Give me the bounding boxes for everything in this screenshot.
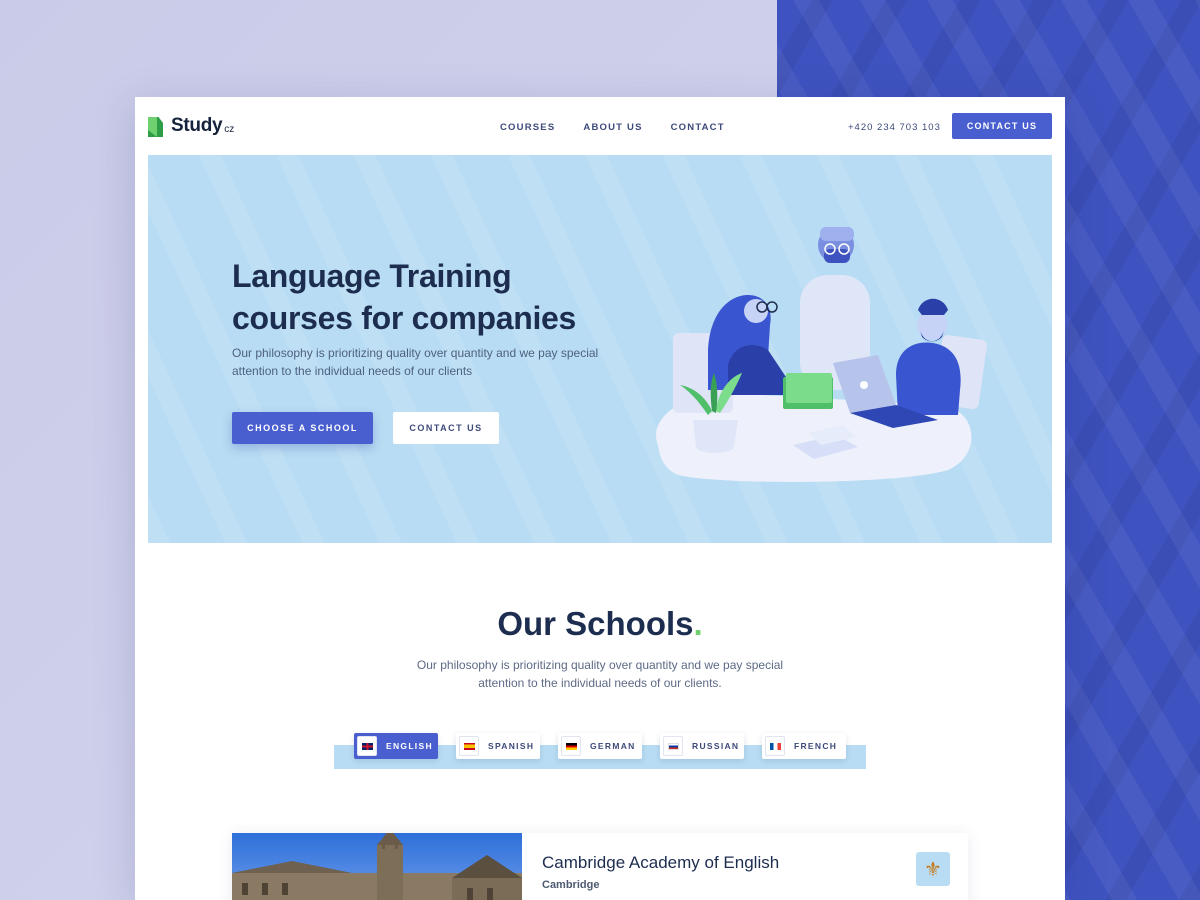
tab-label: GERMAN (590, 741, 636, 751)
main-nav: COURSES ABOUT US CONTACT (500, 122, 725, 133)
school-card[interactable]: Cambridge Academy of English Cambridge ⚜ (232, 833, 968, 900)
schools-description: Our philosophy is prioritizing quality o… (416, 658, 784, 690)
france-flag-icon (765, 736, 785, 756)
logo-text: Study (171, 115, 223, 136)
phone-number[interactable]: +420 234 703 103 (848, 122, 941, 133)
school-name: Cambridge Academy of English (542, 853, 780, 872)
logo-suffix: cz (224, 124, 235, 135)
tab-spanish[interactable]: SPANISH (456, 733, 540, 759)
schools-title: Our Schools. (135, 605, 1065, 643)
tab-french[interactable]: FRENCH (762, 733, 846, 759)
tab-english[interactable]: ENGLISH (354, 733, 438, 759)
website-page: Study cz COURSES ABOUT US CONTACT +420 2… (135, 97, 1065, 900)
nav-about-us[interactable]: ABOUT US (583, 122, 642, 133)
logo-mark-icon (148, 117, 163, 137)
russia-flag-icon (663, 736, 683, 756)
uk-flag-icon (357, 736, 377, 756)
site-header: Study cz COURSES ABOUT US CONTACT +420 2… (135, 97, 1065, 155)
fleur-de-lis-icon: ⚜ (916, 852, 950, 886)
hero-title: Language Training courses for companies (232, 255, 632, 339)
school-city: Cambridge (542, 879, 600, 891)
hero-description: Our philosophy is prioritizing quality o… (232, 346, 599, 378)
hero-contact-button[interactable]: CONTACT US (393, 412, 499, 444)
hero-title-line2: courses for companies (232, 300, 577, 336)
hero-title-line1: Language Training (232, 258, 512, 294)
language-tabs: ENGLISH SPANISH GERMAN RUSSIAN FRENCH (354, 733, 846, 759)
schools-title-text: Our Schools (497, 605, 694, 642)
school-photo (232, 833, 522, 900)
choose-school-button[interactable]: CHOOSE A SCHOOL (232, 412, 373, 444)
tab-german[interactable]: GERMAN (558, 733, 642, 759)
logo[interactable]: Study cz (148, 115, 234, 137)
tab-label: ENGLISH (386, 741, 433, 751)
nav-contact[interactable]: CONTACT (671, 122, 725, 133)
tab-label: FRENCH (794, 741, 838, 751)
spain-flag-icon (459, 736, 479, 756)
tab-russian[interactable]: RUSSIAN (660, 733, 744, 759)
hero-section: Language Training courses for companies … (148, 155, 1052, 543)
germany-flag-icon (561, 736, 581, 756)
nav-courses[interactable]: COURSES (500, 122, 555, 133)
header-contact-button[interactable]: CONTACT US (952, 113, 1052, 139)
schools-title-dot: . (693, 605, 703, 642)
team-meeting-illustration (656, 227, 987, 482)
tab-label: SPANISH (488, 741, 535, 751)
tab-label: RUSSIAN (692, 741, 740, 751)
